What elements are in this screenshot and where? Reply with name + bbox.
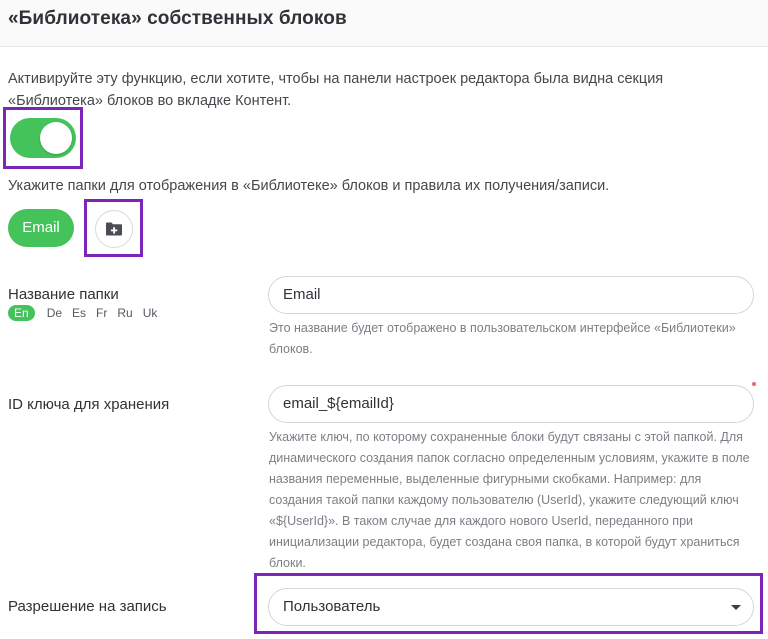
folders-hint: Укажите папки для отображения в «Библиот… (8, 178, 610, 194)
language-switcher: En De Es Fr Ru Uk (8, 304, 167, 322)
folder-name-label: Название папки (8, 286, 119, 303)
lang-tab-en[interactable]: En (8, 305, 35, 321)
folder-name-help: Это название будет отображено в пользова… (269, 321, 736, 356)
write-permission-label: Разрешение на запись (8, 598, 167, 615)
storage-key-label: ID ключа для хранения (8, 396, 170, 413)
page-header: «Библиотека» собственных блоков (0, 0, 768, 47)
lang-tab-uk[interactable]: Uk (143, 305, 158, 321)
library-enable-toggle[interactable] (10, 118, 76, 158)
lang-tab-de[interactable]: De (47, 305, 62, 321)
lang-tab-es[interactable]: Es (72, 305, 86, 321)
storage-key-input[interactable]: email_${emailId} (268, 385, 754, 423)
folder-plus-icon (106, 222, 122, 236)
folder-name-input[interactable]: Email (268, 276, 754, 314)
add-folder-button[interactable] (95, 210, 133, 248)
lang-tab-fr[interactable]: Fr (96, 305, 107, 321)
page-title: «Библиотека» собственных блоков (8, 8, 347, 29)
required-indicator (752, 382, 756, 386)
write-permission-value: Пользователь (283, 598, 381, 615)
feature-description: Активируйте эту функцию, если хотите, чт… (8, 71, 664, 109)
chevron-down-icon (731, 605, 741, 610)
lang-tab-ru[interactable]: Ru (117, 305, 132, 321)
write-permission-select[interactable]: Пользователь (268, 588, 754, 626)
toggle-knob (40, 122, 72, 154)
storage-key-help: Укажите ключ, по которому сохраненные бл… (269, 430, 750, 570)
folder-chip-email[interactable]: Email (8, 209, 74, 247)
